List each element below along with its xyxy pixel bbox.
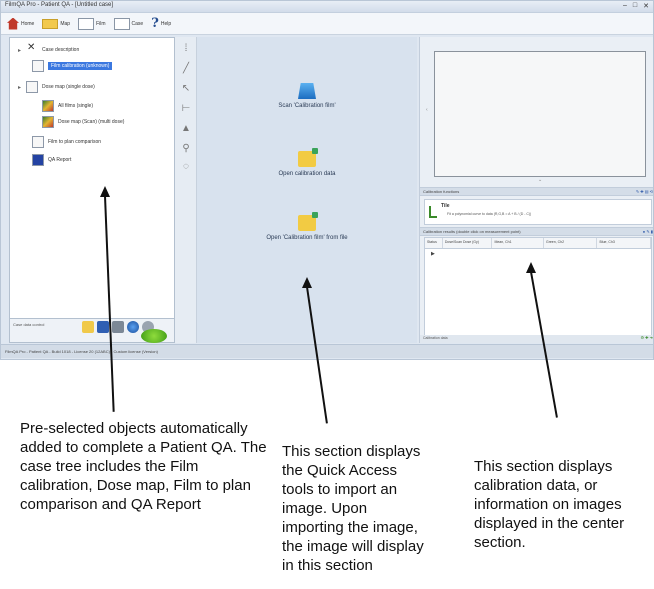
tree-item-label: Case description — [42, 47, 80, 53]
open-folder-icon — [298, 212, 318, 231]
calibration-data-footer: Calibration data ⚙ ✚ ➜ — [420, 335, 653, 343]
scroll-down-icon[interactable]: ⌄ — [538, 177, 542, 183]
footer-tools-icons[interactable]: ⚙ ✚ ➜ — [640, 335, 653, 340]
open-calibration-data-button[interactable]: Open calibration data — [197, 148, 417, 177]
case-button[interactable]: Case — [112, 16, 146, 32]
tree-item-dose-map[interactable]: Dose map (single dose) — [26, 81, 95, 93]
calibration-data-label: Calibration data — [423, 336, 448, 340]
help-label: Help — [160, 20, 172, 27]
film-icon — [32, 60, 44, 72]
tools-icon[interactable] — [112, 321, 124, 333]
case-icon — [26, 42, 38, 56]
image-preview — [434, 51, 646, 177]
close-button[interactable]: ✕ — [643, 2, 649, 10]
dose-map-label: Map — [60, 20, 71, 27]
run-button[interactable] — [141, 329, 167, 343]
case-label: Case — [131, 20, 144, 27]
dose-map-icon — [42, 100, 54, 112]
tree-item-label: Dose map (Scan) (multi dose) — [58, 119, 125, 125]
globe-icon[interactable] — [127, 321, 139, 333]
column-header[interactable]: Blue, Ch3 — [597, 238, 651, 248]
scan-calibration-film-button[interactable]: Scan 'Calibration film' — [197, 83, 417, 109]
window-controls: – □ ✕ — [623, 2, 649, 10]
dose-map-button[interactable]: Map — [40, 16, 72, 32]
open-folder-icon — [298, 148, 318, 167]
triangle-tool-icon[interactable]: ▲ — [180, 123, 192, 135]
tree-item-all-films[interactable]: All films (single) — [42, 100, 93, 112]
calibration-tools-icons[interactable]: ✎ ✚ ▤ ⟲ — [636, 189, 653, 194]
grip-icon: ⁞ — [184, 43, 188, 54]
column-header[interactable]: Status — [425, 238, 443, 248]
zoom-tool-icon[interactable]: ⚲ — [180, 143, 192, 155]
line-tool-icon[interactable]: ╱ — [180, 63, 192, 75]
column-header[interactable]: Green, Ch2 — [544, 238, 598, 248]
application-window: FilmQA Pro - Patient QA - [Untitled case… — [0, 0, 654, 360]
open-folder-icon[interactable] — [82, 321, 94, 333]
case-controls-label: Case data control — [13, 322, 45, 327]
case-icon — [113, 17, 130, 30]
window-title: FilmQA Pro - Patient QA - [Untitled case… — [5, 2, 114, 8]
pointer-tool-icon[interactable]: ↖ — [180, 83, 192, 95]
ruler-tool-icon[interactable]: ⊢ — [180, 103, 192, 115]
tree-item-film-calibration[interactable]: Film calibration (unknown) — [32, 60, 113, 72]
calibration-functions-label: Calibration functions — [423, 189, 460, 194]
tree-item-label: Film calibration (unknown) — [48, 62, 113, 70]
calibration-function-name: Tile — [441, 203, 450, 209]
annotation-quick-access: This section displays the Quick Access t… — [282, 443, 424, 574]
main-toolbar: Home Map Film Case ? Help — [1, 13, 653, 35]
tree-expander[interactable]: ▸ — [18, 47, 21, 54]
tree-expander[interactable]: ▸ — [18, 84, 21, 91]
calibration-results-table[interactable]: ▶ — [424, 249, 652, 337]
calibration-function-description: Fit a polynomial curve to data (R,G,B = … — [447, 212, 532, 216]
tree-item-qa-report[interactable]: QA Report — [32, 154, 71, 166]
case-tree-panel: ▸ Case description Film calibration (unk… — [9, 37, 175, 319]
annotation-calibration-data: This section displays calibration data, … — [474, 458, 625, 551]
film-icon — [32, 136, 44, 148]
minimize-button[interactable]: – — [623, 2, 627, 10]
title-bar: FilmQA Pro - Patient QA - [Untitled case… — [1, 1, 653, 13]
calibration-results-header: Calibration results (double click on mea… — [420, 227, 653, 236]
home-icon — [7, 17, 19, 30]
column-header[interactable]: Mean, Ch1 — [492, 238, 544, 248]
scanner-icon — [298, 83, 316, 99]
tree-item-label: All films (single) — [58, 103, 94, 109]
annotation-case-tree: Pre-selected objects automatically added… — [20, 420, 267, 513]
column-header[interactable]: Dose/Scan Dose (Gy) — [443, 238, 493, 248]
help-icon: ? — [151, 15, 159, 31]
tree-item-film-to-plan[interactable]: Film to plan comparison — [32, 136, 101, 148]
vertical-tool-strip: ⁞ ╱ ↖ ⊢ ▲ ⚲ ◌ — [175, 37, 197, 343]
save-icon[interactable] — [97, 321, 109, 333]
quick-access-label: Open 'Calibration film' from file — [266, 235, 348, 241]
calibration-functions-header: Calibration functions ✎ ✚ ▤ ⟲ — [420, 187, 653, 196]
film-label: Film — [96, 20, 106, 27]
film-icon — [78, 17, 95, 30]
quick-access-label: Open calibration data — [278, 171, 336, 177]
calibration-results-table-header: Status Dose/Scan Dose (Gy) Mean, Ch1 Gre… — [424, 237, 652, 249]
results-tools-icons[interactable]: ● ✎ ▮ — [643, 229, 653, 234]
calibration-results-label: Calibration results (double click on mea… — [423, 229, 521, 234]
calibration-function-item[interactable]: Tile Fit a polynomial curve to data (R,G… — [424, 199, 652, 225]
pan-tool-icon[interactable]: ◌ — [180, 161, 192, 173]
maximize-button[interactable]: □ — [633, 2, 637, 10]
scroll-left-icon[interactable]: ‹ — [426, 107, 428, 113]
quick-access-label: Scan 'Calibration film' — [278, 103, 336, 109]
qa-report-icon — [32, 154, 44, 166]
tree-item-case-description[interactable]: Case description — [26, 42, 80, 56]
home-button[interactable]: Home — [5, 16, 36, 32]
row-marker: ▶ — [431, 251, 435, 257]
tree-item-label: Dose map (single dose) — [42, 84, 95, 90]
curve-icon — [429, 206, 437, 218]
tree-item-label: Film to plan comparison — [48, 139, 102, 145]
film-icon — [26, 81, 38, 93]
dose-map-icon — [42, 18, 59, 29]
film-button[interactable]: Film — [76, 16, 107, 32]
tree-item-label: QA Report — [48, 157, 72, 163]
status-bar: FilmQA Pro - Patient QA - Build 1018 - L… — [1, 344, 653, 358]
status-text: FilmQA Pro - Patient QA - Build 1018 - L… — [5, 349, 158, 354]
home-label: Home — [21, 20, 35, 27]
tree-item-dose-map-scan[interactable]: Dose map (Scan) (multi dose) — [42, 116, 124, 128]
open-calibration-film-from-file-button[interactable]: Open 'Calibration film' from file — [197, 212, 417, 241]
dose-map-icon — [42, 116, 54, 128]
help-button[interactable]: ? Help — [149, 16, 173, 32]
